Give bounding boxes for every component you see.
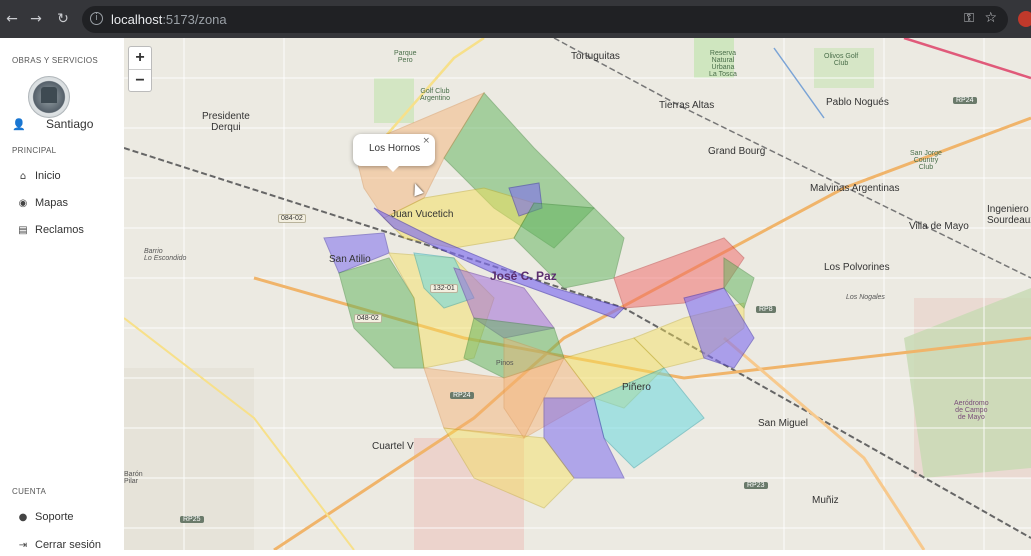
- popup-title: Los Hornos: [369, 143, 421, 154]
- road-label-rp25: RP25: [180, 516, 204, 523]
- label-pablo-nogues: Pablo Nogués: [826, 97, 889, 108]
- label-pinero: Piñero: [622, 382, 651, 393]
- clipboard-icon: ▤: [18, 225, 28, 236]
- label-san-miguel: San Miguel: [758, 418, 809, 429]
- label-ingeniero: Ingeniero Sourdeaux: [987, 204, 1031, 226]
- zoom-in-button[interactable]: +: [129, 47, 151, 70]
- label-grand-bourg: Grand Bourg: [708, 146, 766, 157]
- sidebar-item-label: Cerrar sesión: [35, 539, 102, 551]
- zoom-out-button[interactable]: −: [129, 70, 151, 92]
- road-label-rp24-a: RP24: [450, 392, 474, 399]
- map-canvas[interactable]: [124, 38, 1031, 550]
- label-jose-c-paz: José C. Paz: [490, 269, 557, 283]
- label-parque-pero: Parque Pero: [394, 50, 417, 64]
- reload-icon[interactable]: ↻: [53, 9, 73, 29]
- label-baron: Barón Pilar: [124, 471, 143, 485]
- map-view[interactable]: + − Los Hornos × Tortuguitas Tierras Alt…: [124, 38, 1031, 550]
- user-name: Santiago: [46, 117, 94, 131]
- key-icon[interactable]: ⚿: [964, 11, 974, 26]
- zone-popup: Los Hornos ×: [353, 134, 435, 172]
- label-aerodromo: Aeródromo de Campo de Mayo: [954, 400, 989, 421]
- label-barrio-escondido: Barrio Lo Escondido: [144, 248, 187, 262]
- section-cuenta: CUENTA: [12, 487, 47, 496]
- label-cuartel-v: Cuartel V: [372, 441, 414, 452]
- golf-club-park: [374, 78, 414, 123]
- municipality-logo: [28, 76, 70, 118]
- logout-icon: ⇥: [18, 540, 28, 551]
- sidebar-item-label: Soporte: [35, 511, 74, 523]
- arrow-right-icon[interactable]: →: [26, 9, 46, 29]
- zoom-control: + −: [128, 46, 152, 92]
- label-golf-club: Golf Club Argentino: [420, 88, 450, 102]
- home-icon: ⌂: [19, 171, 27, 182]
- star-icon[interactable]: ☆: [984, 10, 997, 26]
- close-icon[interactable]: ×: [422, 136, 430, 146]
- url-text[interactable]: localhost:5173/zona: [111, 12, 227, 27]
- label-malvinas: Malvinas Argentinas: [810, 183, 900, 194]
- info-icon[interactable]: i: [90, 12, 103, 25]
- label-olivos-golf: Olivos Golf Club: [824, 53, 859, 67]
- label-villa-de-mayo: Villa de Mayo: [909, 221, 969, 232]
- label-tortuguitas: Tortuguitas: [571, 51, 620, 62]
- url-path: :5173/zona: [162, 12, 227, 27]
- arrow-left-icon[interactable]: ←: [2, 9, 22, 29]
- sidebar-header: OBRAS Y SERVICIOS: [12, 56, 99, 65]
- road-label-084: 084-02: [278, 214, 306, 223]
- label-tierras-altas: Tierras Altas: [659, 100, 715, 111]
- road-label-132: 132-01: [430, 284, 458, 293]
- label-juan-vucetich: Juan Vucetich: [391, 209, 454, 220]
- label-san-jorge: San Jorge Country Club: [910, 150, 942, 171]
- help-icon: ●: [18, 512, 28, 523]
- sidebar-item-label: Inicio: [35, 170, 61, 182]
- road-label-rp23: RP23: [744, 482, 768, 489]
- label-los-polvorines: Los Polvorines: [824, 262, 890, 273]
- url-host: localhost: [111, 12, 163, 27]
- sidebar: OBRAS Y SERVICIOS 👤 Santiago PRINCIPAL ⌂…: [0, 38, 124, 551]
- label-muniz: Muñiz: [812, 495, 839, 506]
- compass-icon: ◉: [18, 198, 28, 209]
- road-label-048: 048-02: [354, 314, 382, 323]
- road-label-rp8: RP8: [756, 306, 776, 313]
- sidebar-item-label: Mapas: [35, 197, 69, 209]
- label-los-nogales: Los Nogales: [846, 294, 885, 301]
- label-presidente-derqui: Presidente Derqui: [202, 111, 250, 133]
- label-san-atilio: San Atilio: [329, 254, 371, 265]
- label-pinos: Pinos: [496, 360, 514, 367]
- section-principal: PRINCIPAL: [12, 146, 57, 155]
- sidebar-item-label: Reclamos: [35, 224, 84, 236]
- label-reserva: Reserva Natural Urbana La Tosca: [709, 50, 737, 78]
- road-label-rp24-b: RP24: [953, 97, 977, 104]
- extension-icon[interactable]: [1018, 11, 1031, 27]
- address-bar[interactable]: i localhost:5173/zona ⚿ ☆: [82, 6, 1008, 33]
- browser-toolbar: ← → ↻ i localhost:5173/zona ⚿ ☆: [0, 0, 1031, 38]
- user-icon: 👤: [12, 118, 26, 131]
